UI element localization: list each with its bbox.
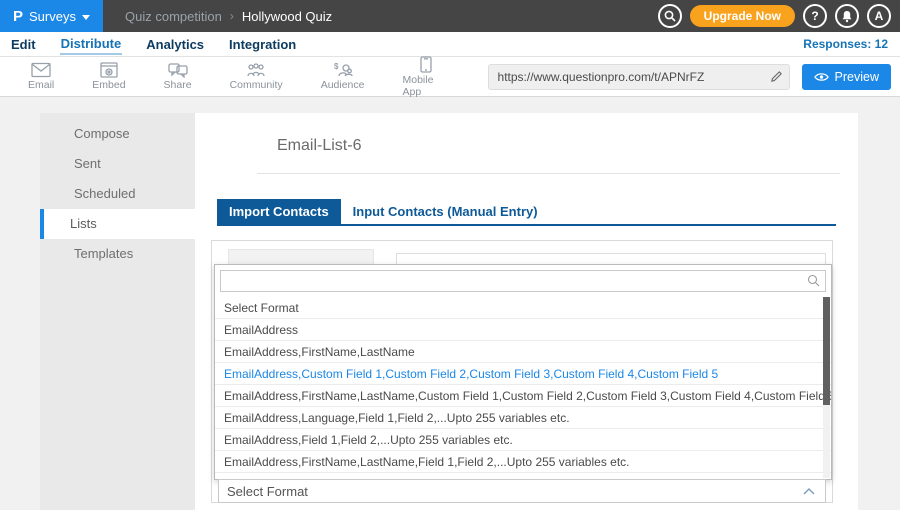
toolbar-item-label: Share	[164, 79, 192, 91]
format-option-list: Select Format EmailAddress EmailAddress,…	[215, 297, 831, 480]
toolbar-item-community[interactable]: Community	[230, 62, 283, 91]
sidebar-item-sent[interactable]: Sent	[40, 149, 195, 179]
contacts-tabs: Import Contacts Input Contacts (Manual E…	[217, 199, 836, 226]
format-option[interactable]: EmailAddress,FirstName,LastName,Custom F…	[215, 385, 831, 407]
sidebar-item-templates[interactable]: Templates	[40, 239, 195, 269]
chevron-up-icon	[803, 488, 825, 495]
community-icon	[246, 62, 266, 78]
bell-icon	[841, 10, 853, 23]
toolbar-item-mobile-app[interactable]: Mobile App	[402, 56, 449, 98]
chevron-down-icon	[82, 15, 90, 20]
survey-nav: Edit Distribute Analytics Integration Re…	[0, 32, 900, 57]
eye-icon	[814, 72, 829, 82]
dropdown-search-input[interactable]	[220, 270, 826, 292]
toolbar-item-label: Email	[28, 79, 54, 91]
notifications-button[interactable]	[835, 4, 859, 28]
toolbar-item-email[interactable]: Email	[28, 62, 54, 91]
format-dropdown: Select Format EmailAddress EmailAddress,…	[214, 264, 832, 480]
breadcrumb-separator-icon: ›	[230, 9, 234, 23]
sidebar-item-lists[interactable]: Lists	[40, 209, 195, 239]
survey-url-field[interactable]: https://www.questionpro.com/t/APNrFZ	[488, 64, 790, 90]
edit-url-button[interactable]	[765, 65, 789, 89]
format-option[interactable]: Select Format	[215, 297, 831, 319]
share-icon	[168, 62, 188, 78]
format-option[interactable]: EmailAddress	[215, 319, 831, 341]
sidebar-item-compose[interactable]: Compose	[40, 119, 195, 149]
format-option[interactable]: EmailAddress,Field 1,Field 2,...Upto 255…	[215, 429, 831, 451]
tab-import-contacts[interactable]: Import Contacts	[217, 199, 341, 224]
dropdown-search	[220, 270, 826, 292]
upgrade-now-button[interactable]: Upgrade Now	[690, 5, 795, 27]
product-switcher[interactable]: P Surveys	[0, 0, 103, 32]
list-detail-panel: Email-List-6 Import Contacts Input Conta…	[195, 113, 858, 510]
mobile-app-icon	[420, 56, 432, 73]
distribute-toolbar: Email Embed Share Community $ Audience M…	[0, 57, 900, 97]
preview-button[interactable]: Preview	[802, 64, 891, 90]
email-icon	[31, 62, 51, 78]
toolbar-item-audience[interactable]: $ Audience	[321, 62, 365, 91]
format-option[interactable]: EmailAddress,FirstName,LastName	[215, 341, 831, 363]
format-option[interactable]: EmailAddress,Language,Field 1,Field 2,..…	[215, 407, 831, 429]
survey-url-value: https://www.questionpro.com/t/APNrFZ	[489, 70, 765, 84]
format-option[interactable]: EmailAddress,FirstName,LastName,Field 1,…	[215, 451, 831, 473]
pencil-icon	[770, 70, 783, 83]
breadcrumb-parent[interactable]: Quiz competition	[125, 9, 222, 24]
sidebar-item-scheduled[interactable]: Scheduled	[40, 179, 195, 209]
nav-item-distribute[interactable]: Distribute	[60, 34, 123, 55]
nav-item-edit[interactable]: Edit	[10, 35, 37, 54]
format-select[interactable]: Select Format	[218, 479, 826, 503]
breadcrumb-current: Hollywood Quiz	[242, 9, 332, 24]
dropdown-scrollbar[interactable]	[823, 297, 830, 478]
questionpro-logo: P	[13, 8, 23, 25]
breadcrumb: Quiz competition › Hollywood Quiz	[125, 0, 332, 32]
toolbar-item-label: Mobile App	[402, 74, 449, 98]
avatar[interactable]: A	[867, 4, 891, 28]
product-label: Surveys	[29, 9, 76, 24]
format-option-highlighted[interactable]: EmailAddress,Custom Field 1,Custom Field…	[215, 363, 831, 385]
toolbar-item-share[interactable]: Share	[164, 62, 192, 91]
toolbar-item-label: Embed	[92, 79, 125, 91]
search-icon	[807, 274, 820, 292]
top-bar: P Surveys Quiz competition › Hollywood Q…	[0, 0, 900, 32]
toolbar-item-embed[interactable]: Embed	[92, 62, 125, 91]
responses-count[interactable]: Responses: 12	[803, 37, 890, 51]
search-button[interactable]	[658, 4, 682, 28]
title-divider	[257, 173, 840, 174]
nav-item-integration[interactable]: Integration	[228, 35, 297, 54]
email-sidebar: Compose Sent Scheduled Lists Templates	[40, 113, 195, 510]
svg-text:$: $	[334, 62, 339, 71]
toolbar-item-label: Community	[230, 79, 283, 91]
import-contacts-box: Select Format Select Format EmailAddress…	[211, 240, 833, 503]
search-icon	[664, 10, 676, 22]
toolbar-item-label: Audience	[321, 79, 365, 91]
tab-input-contacts-manual[interactable]: Input Contacts (Manual Entry)	[341, 199, 550, 224]
page-title: Email-List-6	[277, 137, 361, 155]
format-select-value: Select Format	[219, 484, 308, 499]
audience-icon: $	[333, 62, 353, 78]
nav-item-analytics[interactable]: Analytics	[145, 35, 205, 54]
help-button[interactable]: ?	[803, 4, 827, 28]
embed-icon	[100, 62, 118, 78]
dropdown-scrollbar-thumb[interactable]	[823, 297, 830, 405]
email-distribution-page: Compose Sent Scheduled Lists Templates E…	[0, 97, 900, 510]
topbar-actions: Upgrade Now ? A	[658, 0, 900, 32]
preview-label: Preview	[835, 70, 879, 84]
toolbar-right: https://www.questionpro.com/t/APNrFZ Pre…	[488, 64, 900, 90]
